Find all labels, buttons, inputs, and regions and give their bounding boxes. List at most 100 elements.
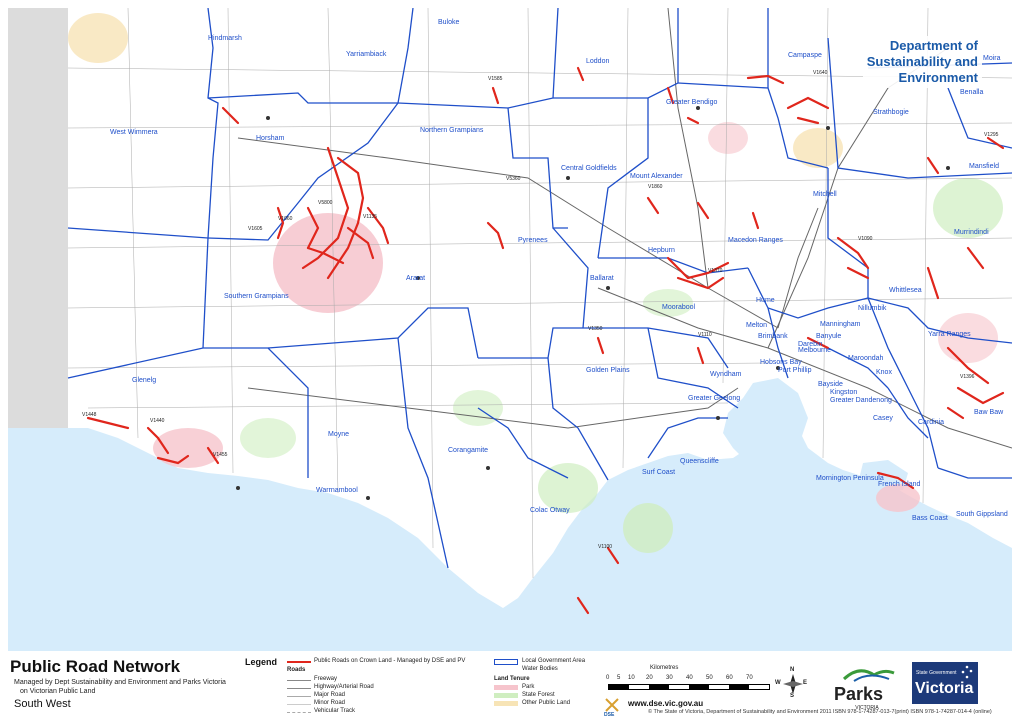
scale-tick-label: 10 [628, 675, 635, 681]
southern-cross-icon [961, 665, 973, 679]
place-label: Hindmarsh [208, 35, 242, 42]
place-label: Colac Otway [530, 507, 570, 514]
place-label: Manningham [820, 321, 861, 328]
map-subtitle-2: on Victorian Public Land [20, 688, 96, 695]
place-label: Horsham [256, 135, 285, 142]
east-label: E [803, 680, 808, 686]
track-swatch [287, 712, 311, 713]
legend-crown-road: Public Roads on Crown Land - Managed by … [314, 658, 466, 664]
parks-logo-text: Parks [834, 684, 884, 704]
north-arrow-icon [783, 674, 803, 694]
place-label: West Wimmera [110, 129, 158, 136]
minor-road-swatch [287, 704, 311, 705]
scale-tick-label: 50 [706, 675, 713, 681]
place-label: Kingston [830, 389, 857, 396]
road-code-label: V1060 [278, 216, 293, 222]
other-land-swatch [494, 701, 518, 706]
legend-highway: Highway/Arterial Road [314, 684, 374, 690]
legend-other-land: Other Public Land [522, 700, 571, 706]
lga-swatch [494, 659, 518, 665]
scale-tick-label: 70 [746, 675, 753, 681]
road-code-label: V1100 [598, 544, 612, 550]
legend-freeway: Freeway [314, 676, 338, 682]
road-code-label: V1396 [960, 374, 975, 380]
map-subtitle: Managed by Dept Sustainability and Envir… [14, 679, 226, 686]
place-label: Pyrenees [518, 237, 548, 244]
place-label: Maroondah [848, 355, 884, 362]
scale-tick-label: 0 [606, 675, 610, 681]
vic-logo-line2: Victoria [915, 680, 974, 697]
legend-major-road: Major Road [314, 692, 346, 698]
outside-area [8, 8, 68, 428]
park-swatch [494, 685, 518, 690]
scale-tick-label: 60 [726, 675, 733, 681]
dse-logo-text: DSE [604, 712, 615, 718]
website-link[interactable]: www.dse.vic.gov.au [628, 699, 703, 708]
place-label: Cardinia [918, 419, 944, 426]
victoria-government-logo: State Government Victoria [912, 662, 978, 704]
place-label: Mount Alexander [630, 173, 683, 180]
dept-line-1: Department of [889, 38, 978, 53]
scale-tick-label: 20 [646, 675, 653, 681]
scale-bar [608, 684, 770, 690]
place-label: Wyndham [710, 371, 742, 378]
scale-title: Kilometres [650, 665, 679, 671]
place-label: Buloke [438, 19, 460, 26]
dse-header-logo: Department of Sustainability and Environ… [862, 36, 982, 88]
scale-tick-label: 40 [686, 675, 693, 681]
place-label: Brimbank [758, 333, 788, 340]
road-code-label: V1605 [248, 226, 263, 232]
place-label: Strathbogie [873, 109, 909, 116]
road-code-label: V5360 [506, 176, 521, 182]
road-code-label: V1860 [648, 184, 663, 190]
north-label: N [790, 667, 795, 673]
place-label: Greater Bendigo [666, 99, 717, 106]
forest-swatch [494, 693, 518, 698]
place-label: Melbourne [798, 347, 831, 354]
legend-roads-heading: Roads [287, 667, 306, 673]
parks-logo-sub: VICTORIA [855, 705, 879, 711]
place-label: Mornington Peninsula [816, 475, 884, 482]
legend-title: Legend [245, 657, 278, 667]
place-label: Yarriambiack [346, 51, 387, 58]
crown-road-swatch [287, 661, 311, 663]
place-label: French Island [878, 481, 921, 488]
freeway-swatch [287, 680, 311, 681]
place-label: Whittlesea [889, 287, 922, 294]
place-label: Warrnambool [316, 487, 358, 494]
place-label: Bayside [818, 381, 843, 388]
place-label: Campaspe [788, 52, 822, 59]
road-code-label: V1440 [150, 418, 165, 424]
copyright-text: © The State of Victoria, Department of S… [648, 709, 992, 715]
road-code-label: V1110 [698, 332, 712, 338]
legend-lga: Local Government Area [522, 658, 586, 664]
road-code-label: V1640 [813, 70, 828, 76]
place-label: Moyne [328, 431, 349, 438]
place-label: Golden Plains [586, 367, 630, 374]
place-label: Moorabool [662, 304, 696, 311]
scale-tick-label: 5 [617, 675, 621, 681]
legend-track: Vehicular Track [314, 708, 356, 714]
place-label: Greater Dandenong [830, 397, 892, 404]
road-code-label: V1370 [708, 268, 723, 274]
legend-minor-road: Minor Road [314, 700, 346, 706]
place-label: Hobsons Bay [760, 359, 802, 366]
dept-line-3: Environment [898, 70, 978, 85]
place-label: Macedon Ranges [728, 237, 783, 244]
place-label: Hume [756, 297, 775, 304]
place-label: Casey [873, 415, 893, 422]
place-label: Darebin [798, 341, 823, 348]
road-code-label: V1585 [488, 76, 503, 82]
place-label: Mansfield [969, 163, 999, 170]
place-label: Southern Grampians [224, 293, 289, 300]
place-label: Central Goldfields [561, 165, 617, 172]
map-canvas[interactable]: Buloke Hindmarsh Yarriambiack Loddon Cam… [8, 8, 1012, 651]
place-label: Loddon [586, 58, 609, 65]
legend-park: Park [522, 684, 535, 690]
place-label: Knox [876, 369, 892, 376]
road-code-label: V1350 [588, 326, 603, 332]
place-label: Port Phillip [778, 367, 812, 374]
dept-line-2: Sustainability and [866, 54, 978, 69]
road-code-label: V1295 [984, 132, 999, 138]
place-label: Moira [983, 55, 1001, 62]
